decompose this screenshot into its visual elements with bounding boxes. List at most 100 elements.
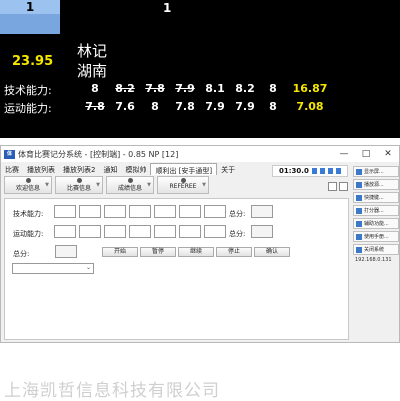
play-source-icon	[356, 181, 362, 188]
judge-score-cell: 7.8	[145, 82, 165, 95]
pause-icon[interactable]	[319, 168, 325, 174]
athlete-number-left: 1	[0, 0, 60, 14]
pause-button[interactable]: 暂停	[140, 247, 176, 257]
tech-score-input[interactable]	[204, 205, 226, 218]
motion-score-input[interactable]	[204, 225, 226, 238]
play-icon[interactable]	[311, 168, 317, 174]
judge-score-cell: 8.1	[205, 82, 225, 95]
scorer-label: 打分器...	[364, 208, 384, 214]
chevron-down-icon: ▼	[202, 182, 206, 188]
row-total-score: 7.08	[296, 100, 324, 113]
tools-icon	[356, 220, 362, 227]
manual-label: 使用手册...	[364, 234, 389, 240]
stop-icon[interactable]	[327, 168, 333, 174]
welcome-info-button[interactable]: 欢迎信息 ▼	[4, 176, 52, 194]
ip-address: 192.168.0.131	[355, 257, 392, 263]
chevron-down-icon: ▼	[147, 182, 151, 188]
scoreboard-display: 1 1 23.95 林记 湖南 技术能力: 运动能力: 8 8.2 7.8 7.9 8.…	[0, 0, 400, 138]
judge-score-cell: 7.9	[205, 100, 225, 113]
motion-score-input[interactable]	[79, 225, 101, 238]
maximize-button[interactable]: □	[355, 149, 377, 159]
tech-ability-field-label: 技术能力:	[13, 210, 44, 218]
company-watermark: 上海凯哲信息科技有限公司	[4, 381, 220, 401]
refresh-icon[interactable]	[339, 182, 348, 191]
aux-function-label: 辅助功能...	[364, 221, 389, 227]
judge-score-cell: 7.8	[85, 100, 105, 113]
welcome-icon	[25, 178, 31, 183]
resume-button[interactable]: 继续	[178, 247, 214, 257]
menu-notice[interactable]: 通知	[99, 163, 121, 175]
menu-about[interactable]: 关于	[217, 163, 239, 175]
tech-score-input[interactable]	[179, 205, 201, 218]
athlete-name: 林记	[77, 42, 108, 60]
total-field-label: 总分:	[13, 250, 30, 258]
judge-score-cell: 8	[91, 82, 99, 95]
info-toolbar: 欢迎信息 ▼ 比赛信息 ▼ 成绩信息 ▼ REFEREE ▼	[4, 176, 349, 196]
shortcut-button[interactable]: 快捷键...	[353, 192, 399, 203]
tech-score-input[interactable]	[154, 205, 176, 218]
checkbox-icon[interactable]	[328, 182, 337, 191]
judge-select[interactable]: ⌄	[12, 263, 94, 274]
shortcut-label: 快捷键...	[364, 195, 384, 201]
judge-score-cell: 8	[269, 82, 277, 95]
app-logo-icon: 体	[4, 149, 15, 159]
motion-score-input[interactable]	[179, 225, 201, 238]
referee-button[interactable]: REFEREE ▼	[157, 176, 209, 194]
display-screen-button[interactable]: 显示屏...	[353, 166, 399, 177]
judge-score-cell: 8	[151, 100, 159, 113]
menu-playlist[interactable]: 播放列表	[23, 163, 59, 175]
manual-button[interactable]: 使用手册...	[353, 231, 399, 242]
result-info-button[interactable]: 成绩信息 ▼	[106, 176, 154, 194]
menu-match[interactable]: 比赛	[1, 163, 23, 175]
tech-score-input[interactable]	[54, 205, 76, 218]
start-button[interactable]: 开始	[102, 247, 138, 257]
tech-score-input[interactable]	[79, 205, 101, 218]
confirm-button[interactable]: 确认	[254, 247, 290, 257]
aux-function-button[interactable]: 辅助功能...	[353, 218, 399, 229]
motion-sum-label: 总分:	[229, 230, 246, 238]
result-info-label: 成绩信息	[117, 185, 142, 192]
monitor-icon	[356, 168, 362, 175]
motion-score-input[interactable]	[129, 225, 151, 238]
toolbar-right	[328, 182, 348, 191]
judge-score-cell: 8.2	[115, 82, 135, 95]
total-score: 23.95	[12, 54, 54, 69]
tech-ability-label: 技术能力:	[4, 84, 52, 97]
shutdown-button[interactable]: 关闭系统	[353, 244, 399, 255]
minimize-button[interactable]: —	[333, 149, 355, 159]
motion-score-input[interactable]	[104, 225, 126, 238]
judge-score-cell: 7.8	[175, 100, 195, 113]
help-icon	[356, 233, 362, 240]
match-info-button[interactable]: 比赛信息 ▼	[55, 176, 103, 194]
playback-source-button[interactable]: 播放源...	[353, 179, 399, 190]
menu-scoring-active[interactable]: 顺利出 [安手通型]	[150, 163, 218, 175]
tech-sum-label: 总分:	[229, 210, 246, 218]
window-title: 体育比赛记分系统 - [控制端] - 0.85 NP [12]	[18, 149, 179, 159]
display-screen-label: 显示屏...	[364, 169, 384, 175]
athlete-number-center: 1	[163, 1, 172, 15]
welcome-info-label: 欢迎信息	[15, 185, 40, 192]
menu-simulate[interactable]: 模拟帅	[121, 163, 150, 175]
scorer-icon	[356, 207, 362, 214]
judge-score-cell: 8	[269, 100, 277, 113]
menu-playlist2[interactable]: 播放列表2	[59, 163, 99, 175]
motion-score-input[interactable]	[54, 225, 76, 238]
tech-score-input[interactable]	[104, 205, 126, 218]
app-window: 体 体育比赛记分系统 - [控制端] - 0.85 NP [12] — □ ✕ …	[0, 145, 400, 343]
motion-ability-field-label: 运动能力:	[13, 230, 44, 238]
stop-button[interactable]: 停止	[216, 247, 252, 257]
grid-icon[interactable]	[335, 168, 341, 174]
shutdown-label: 关闭系统	[364, 247, 385, 253]
scoring-panel: 技术能力: 运动能力: 总分: 总分: 总分: 开始 暂停 继续 停止 确认 ⌄	[4, 198, 349, 340]
tech-score-input[interactable]	[129, 205, 151, 218]
motion-score-input[interactable]	[154, 225, 176, 238]
title-bar: 体 体育比赛记分系统 - [控制端] - 0.85 NP [12] — □ ✕	[1, 146, 399, 162]
result-icon	[127, 178, 133, 183]
scorer-button[interactable]: 打分器...	[353, 205, 399, 216]
header-strip	[60, 0, 400, 34]
close-button[interactable]: ✕	[377, 149, 399, 159]
match-icon	[76, 178, 82, 183]
right-sidebar: 显示屏... 播放源... 快捷键... 打分器... 辅助功能... 使用手册…	[353, 166, 399, 263]
judge-score-cell: 7.9	[175, 82, 195, 95]
judge-score-cell: 7.9	[235, 100, 255, 113]
